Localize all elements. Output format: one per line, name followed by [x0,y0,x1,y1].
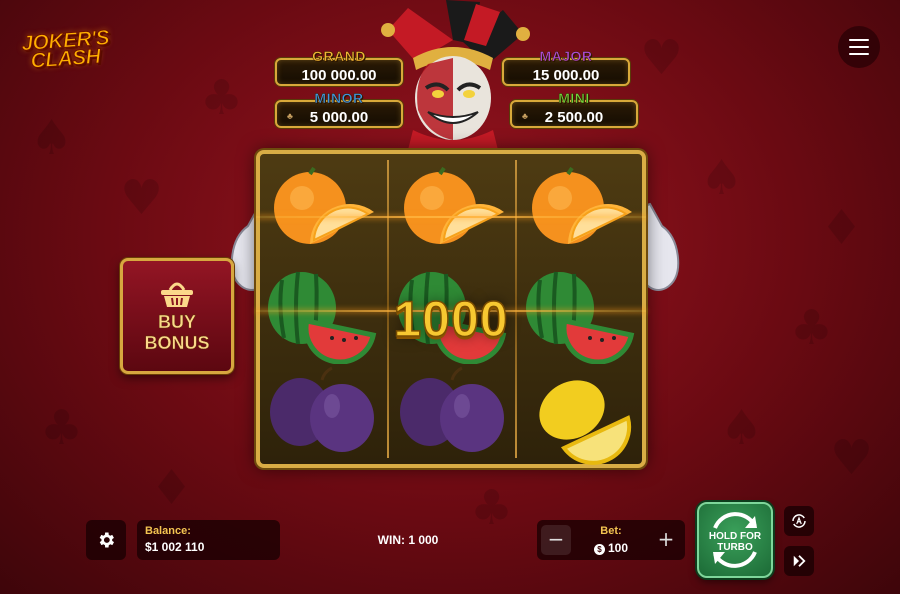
balance-value: $1 002 110 [145,540,205,554]
symbol-lemon [539,380,632,465]
jackpot-minor-label: MINOR [314,90,364,107]
balance-label: Balance: [145,525,191,537]
bet-control: − Bet: $100 + [537,520,685,560]
jackpot-minor-value: 5 000.00 [309,109,369,126]
game-logo: JOKER'S CLASH [20,26,119,74]
jackpot-major: MAJOR 15 000.00 [502,48,630,86]
fast-forward-icon [793,555,806,567]
bet-value: 100 [607,541,629,555]
reels-frame: 1000 [256,150,646,468]
symbol-orange [274,166,374,244]
jackpot-grand-label: GRAND [312,48,366,65]
menu-button[interactable] [838,26,880,68]
basket-icon [161,282,193,308]
buy-bonus-label: BUY BONUS [144,312,210,353]
jackpot-grand-value: 100 000.00 [301,67,377,84]
symbol-orange [404,166,504,244]
hamburger-icon [849,39,869,41]
symbol-orange [532,166,632,244]
symbol-plum [270,366,374,452]
dollar-coin-icon: $ [593,544,605,555]
jackpot-major-label: MAJOR [539,48,593,65]
win-display: WIN: 1 000 [377,533,439,547]
balance-display: Balance: $1 002 110 [137,520,280,560]
bet-decrease-button[interactable]: − [541,525,571,555]
jackpot-grand: GRAND 100 000.00 [275,48,403,86]
spin-button[interactable]: HOLD FOR TURBO [697,502,773,578]
bet-increase-button[interactable]: + [651,525,681,555]
bet-label: Bet: [600,525,622,537]
bet-value-display: $100 [575,541,647,555]
win-amount: 1000 [393,290,509,348]
jackpot-minor: ♣ MINOR 5 000.00 [275,90,403,128]
buy-bonus-button[interactable]: BUY BONUS [120,258,234,374]
spin-label: HOLD FOR TURBO [708,531,762,553]
jackpot-mini: ♣ MINI 2 500.00 [510,90,638,128]
turbo-button[interactable] [784,546,814,576]
symbol-plum [400,366,504,452]
settings-button[interactable] [86,520,126,560]
jackpot-mini-label: MINI [558,90,590,107]
jackpot-major-value: 15 000.00 [532,67,600,84]
win-line [256,216,646,218]
autoplay-icon [792,514,806,528]
jackpot-mini-value: 2 500.00 [544,109,604,126]
logo-line2: CLASH [29,45,102,74]
gear-icon [99,532,114,548]
autoplay-button[interactable] [784,506,814,536]
